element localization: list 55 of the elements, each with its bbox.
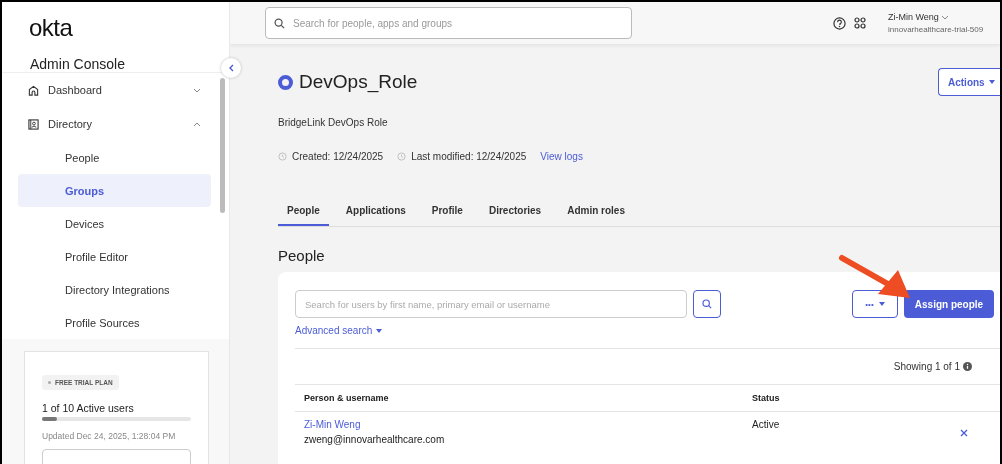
scrollbar-thumb[interactable] bbox=[220, 78, 225, 213]
nav-item[interactable]: Profile Editor bbox=[18, 240, 211, 273]
assign-people-button[interactable]: Assign people bbox=[904, 290, 994, 318]
column-header: Person & username bbox=[304, 393, 390, 403]
group-title: DevOps_Role bbox=[299, 71, 418, 93]
id-card-icon bbox=[28, 118, 39, 130]
group-icon bbox=[278, 74, 293, 90]
created-date: Created: 12/24/2025 bbox=[292, 151, 384, 162]
user-search-field[interactable]: Search for users by first name, primary email or username bbox=[295, 290, 687, 318]
help-icon[interactable] bbox=[833, 16, 846, 30]
chevron-down-icon bbox=[193, 87, 201, 93]
chevron-down-icon bbox=[941, 15, 950, 20]
org-name: innovarhealthcare-trial-509 bbox=[888, 25, 985, 34]
apps-grid-icon[interactable] bbox=[854, 17, 866, 29]
info-icon bbox=[963, 362, 972, 371]
column-header: Status bbox=[752, 393, 781, 403]
chevron-up-icon bbox=[193, 121, 201, 127]
user-name[interactable]: Zi-Min Weng bbox=[888, 12, 1000, 22]
caret-icon bbox=[376, 328, 383, 333]
nav-section[interactable]: Directory bbox=[18, 107, 211, 141]
clock-icon bbox=[278, 152, 287, 161]
caret-icon bbox=[988, 80, 995, 84]
okta-logo[interactable]: okta bbox=[2, 2, 229, 42]
search-button[interactable] bbox=[693, 290, 721, 318]
nav-item[interactable]: Groups bbox=[18, 174, 211, 207]
showing-count: Showing 1 of 1 bbox=[893, 361, 960, 372]
modified-date: Last modified: 12/24/2025 bbox=[411, 151, 527, 162]
more-options-button[interactable]: ••• bbox=[852, 290, 898, 318]
tab[interactable]: Directories bbox=[479, 198, 551, 226]
username: zweng@innovarhealthcare.com bbox=[304, 434, 446, 445]
advanced-search-link[interactable]: Advanced search bbox=[295, 325, 383, 336]
nav-item[interactable]: Directory Integrations bbox=[18, 273, 211, 306]
search-icon bbox=[274, 17, 285, 29]
chevron-left-icon bbox=[228, 64, 234, 72]
section-heading: People bbox=[278, 247, 326, 264]
updated-timestamp: Updated Dec 24, 2025, 1:28:04 PM bbox=[42, 431, 177, 441]
home-icon bbox=[28, 84, 39, 96]
actions-button[interactable]: Actions bbox=[938, 68, 1000, 96]
person-name-link[interactable]: Zi-Min Weng bbox=[304, 419, 361, 430]
group-description: BridgeLink DevOps Role bbox=[278, 117, 389, 128]
view-logs-link[interactable]: View logs bbox=[540, 151, 583, 162]
tab[interactable]: Applications bbox=[336, 198, 415, 226]
status-cell-text: Active bbox=[752, 419, 781, 432]
tab[interactable]: People bbox=[278, 198, 329, 226]
tab[interactable]: Admin roles bbox=[558, 198, 634, 226]
search-icon bbox=[702, 299, 712, 309]
nav-item[interactable]: People bbox=[18, 141, 211, 174]
active-users-count: 1 of 10 Active users bbox=[42, 402, 135, 414]
clock-icon bbox=[397, 152, 407, 161]
remove-icon[interactable] bbox=[960, 429, 968, 437]
caret-icon bbox=[878, 302, 885, 306]
tab[interactable]: Profile bbox=[422, 198, 472, 226]
nav-item[interactable]: Profile Sources bbox=[18, 306, 211, 339]
nav-section[interactable]: Dashboard bbox=[18, 73, 211, 107]
nav-item[interactable]: Devices bbox=[18, 207, 211, 240]
